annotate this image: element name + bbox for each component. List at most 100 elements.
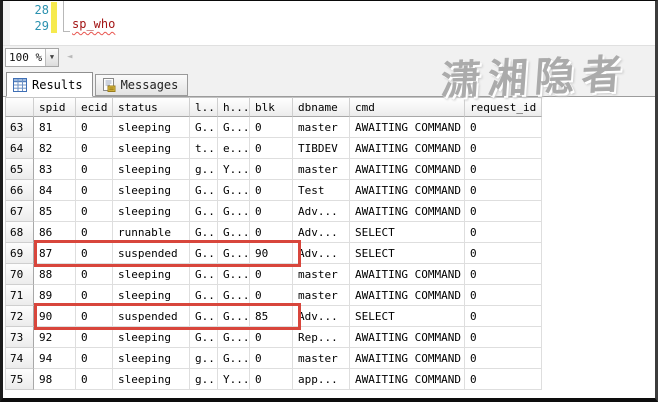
grid-cell[interactable]: g... [190, 369, 218, 390]
grid-cell[interactable]: sleeping [113, 117, 190, 138]
grid-cell[interactable]: G... [190, 264, 218, 285]
grid-cell[interactable]: 98 [34, 369, 76, 390]
grid-cell[interactable]: sleeping [113, 369, 190, 390]
grid-cell[interactable]: 0 [250, 117, 293, 138]
grid-cell[interactable]: Y... [218, 159, 250, 180]
grid-cell[interactable]: 0 [76, 159, 113, 180]
grid-cell[interactable]: 88 [34, 264, 76, 285]
row-header-67[interactable]: 67 [5, 201, 34, 222]
grid-cell[interactable]: SELECT [350, 306, 465, 327]
grid-cell[interactable]: sleeping [113, 138, 190, 159]
grid-cell[interactable]: AWAITING COMMAND [350, 180, 465, 201]
row-header-65[interactable]: 65 [5, 159, 34, 180]
grid-cell[interactable]: Y... [218, 369, 250, 390]
column-header-ecid[interactable]: ecid [76, 97, 113, 117]
grid-cell[interactable]: e... [218, 138, 250, 159]
grid-cell[interactable]: 0 [250, 159, 293, 180]
grid-cell[interactable]: AWAITING COMMAND [350, 159, 465, 180]
column-header-blk[interactable]: blk [250, 97, 293, 117]
grid-cell[interactable]: Adv... [293, 201, 350, 222]
grid-cell[interactable]: AWAITING COMMAND [350, 117, 465, 138]
grid-cell[interactable]: AWAITING COMMAND [350, 285, 465, 306]
grid-cell[interactable]: TIBDEV [293, 138, 350, 159]
row-header-72[interactable]: 72 [5, 306, 34, 327]
grid-cell[interactable]: 84 [34, 180, 76, 201]
grid-cell[interactable]: 90 [250, 243, 293, 264]
grid-cell[interactable]: AWAITING COMMAND [350, 369, 465, 390]
grid-cell[interactable]: runnable [113, 222, 190, 243]
row-header-63[interactable]: 63 [5, 117, 34, 138]
grid-cell[interactable]: 0 [76, 327, 113, 348]
column-header-spid[interactable]: spid [34, 97, 76, 117]
grid-cell[interactable]: 0 [465, 159, 542, 180]
column-header-cmd[interactable]: cmd [350, 97, 465, 117]
grid-cell[interactable]: G... [190, 180, 218, 201]
grid-cell[interactable]: G... [190, 327, 218, 348]
grid-cell[interactable]: sleeping [113, 348, 190, 369]
grid-cell[interactable]: 86 [34, 222, 76, 243]
select-all-corner[interactable] [5, 97, 34, 117]
grid-cell[interactable]: G... [190, 222, 218, 243]
grid-cell[interactable]: g... [190, 348, 218, 369]
grid-cell[interactable]: app... [293, 369, 350, 390]
grid-cell[interactable]: 0 [465, 306, 542, 327]
grid-cell[interactable]: 0 [76, 138, 113, 159]
grid-cell[interactable]: 0 [250, 138, 293, 159]
grid-cell[interactable]: 82 [34, 138, 76, 159]
row-header-66[interactable]: 66 [5, 180, 34, 201]
grid-cell[interactable]: sleeping [113, 201, 190, 222]
grid-cell[interactable]: master [293, 285, 350, 306]
grid-cell[interactable]: 0 [250, 222, 293, 243]
grid-cell[interactable]: Adv... [293, 306, 350, 327]
grid-cell[interactable]: 0 [465, 201, 542, 222]
grid-cell[interactable]: 0 [76, 306, 113, 327]
grid-cell[interactable]: G... [218, 306, 250, 327]
grid-cell[interactable]: master [293, 159, 350, 180]
grid-cell[interactable]: G... [190, 285, 218, 306]
grid-cell[interactable]: G... [218, 180, 250, 201]
column-header-h[interactable]: h... [218, 97, 250, 117]
grid-cell[interactable]: AWAITING COMMAND [350, 327, 465, 348]
grid-cell[interactable]: Rep... [293, 327, 350, 348]
column-header-l[interactable]: l... [190, 97, 218, 117]
grid-cell[interactable]: G... [190, 117, 218, 138]
column-header-request_id[interactable]: request_id [465, 97, 542, 117]
row-header-73[interactable]: 73 [5, 327, 34, 348]
grid-cell[interactable]: G... [218, 264, 250, 285]
grid-cell[interactable]: sleeping [113, 264, 190, 285]
grid-cell[interactable]: 0 [465, 264, 542, 285]
grid-cell[interactable]: 85 [34, 201, 76, 222]
grid-cell[interactable]: t... [190, 138, 218, 159]
grid-cell[interactable]: 0 [250, 369, 293, 390]
grid-cell[interactable]: 0 [465, 348, 542, 369]
grid-cell[interactable]: G... [218, 201, 250, 222]
row-header-71[interactable]: 71 [5, 285, 34, 306]
grid-cell[interactable]: suspended [113, 306, 190, 327]
grid-cell[interactable]: sleeping [113, 159, 190, 180]
grid-cell[interactable]: 0 [76, 348, 113, 369]
grid-cell[interactable]: G... [218, 243, 250, 264]
grid-cell[interactable]: G... [190, 243, 218, 264]
column-header-status[interactable]: status [113, 97, 190, 117]
grid-cell[interactable]: G... [218, 327, 250, 348]
row-header-75[interactable]: 75 [5, 369, 34, 390]
grid-cell[interactable]: sleeping [113, 327, 190, 348]
row-header-69[interactable]: 69 [5, 243, 34, 264]
grid-cell[interactable]: master [293, 348, 350, 369]
grid-cell[interactable]: 89 [34, 285, 76, 306]
grid-cell[interactable]: 94 [34, 348, 76, 369]
grid-cell[interactable]: 0 [465, 117, 542, 138]
grid-cell[interactable]: 92 [34, 327, 76, 348]
grid-cell[interactable]: AWAITING COMMAND [350, 348, 465, 369]
grid-cell[interactable]: 0 [76, 201, 113, 222]
grid-cell[interactable]: g... [190, 159, 218, 180]
grid-cell[interactable]: 0 [76, 117, 113, 138]
grid-cell[interactable]: SELECT [350, 222, 465, 243]
grid-cell[interactable]: 0 [76, 285, 113, 306]
tab-messages[interactable]: Messages [94, 74, 189, 96]
row-header-74[interactable]: 74 [5, 348, 34, 369]
grid-cell[interactable]: sleeping [113, 180, 190, 201]
grid-cell[interactable]: 0 [76, 243, 113, 264]
tab-results[interactable]: Results [6, 72, 93, 97]
grid-cell[interactable]: 0 [250, 327, 293, 348]
